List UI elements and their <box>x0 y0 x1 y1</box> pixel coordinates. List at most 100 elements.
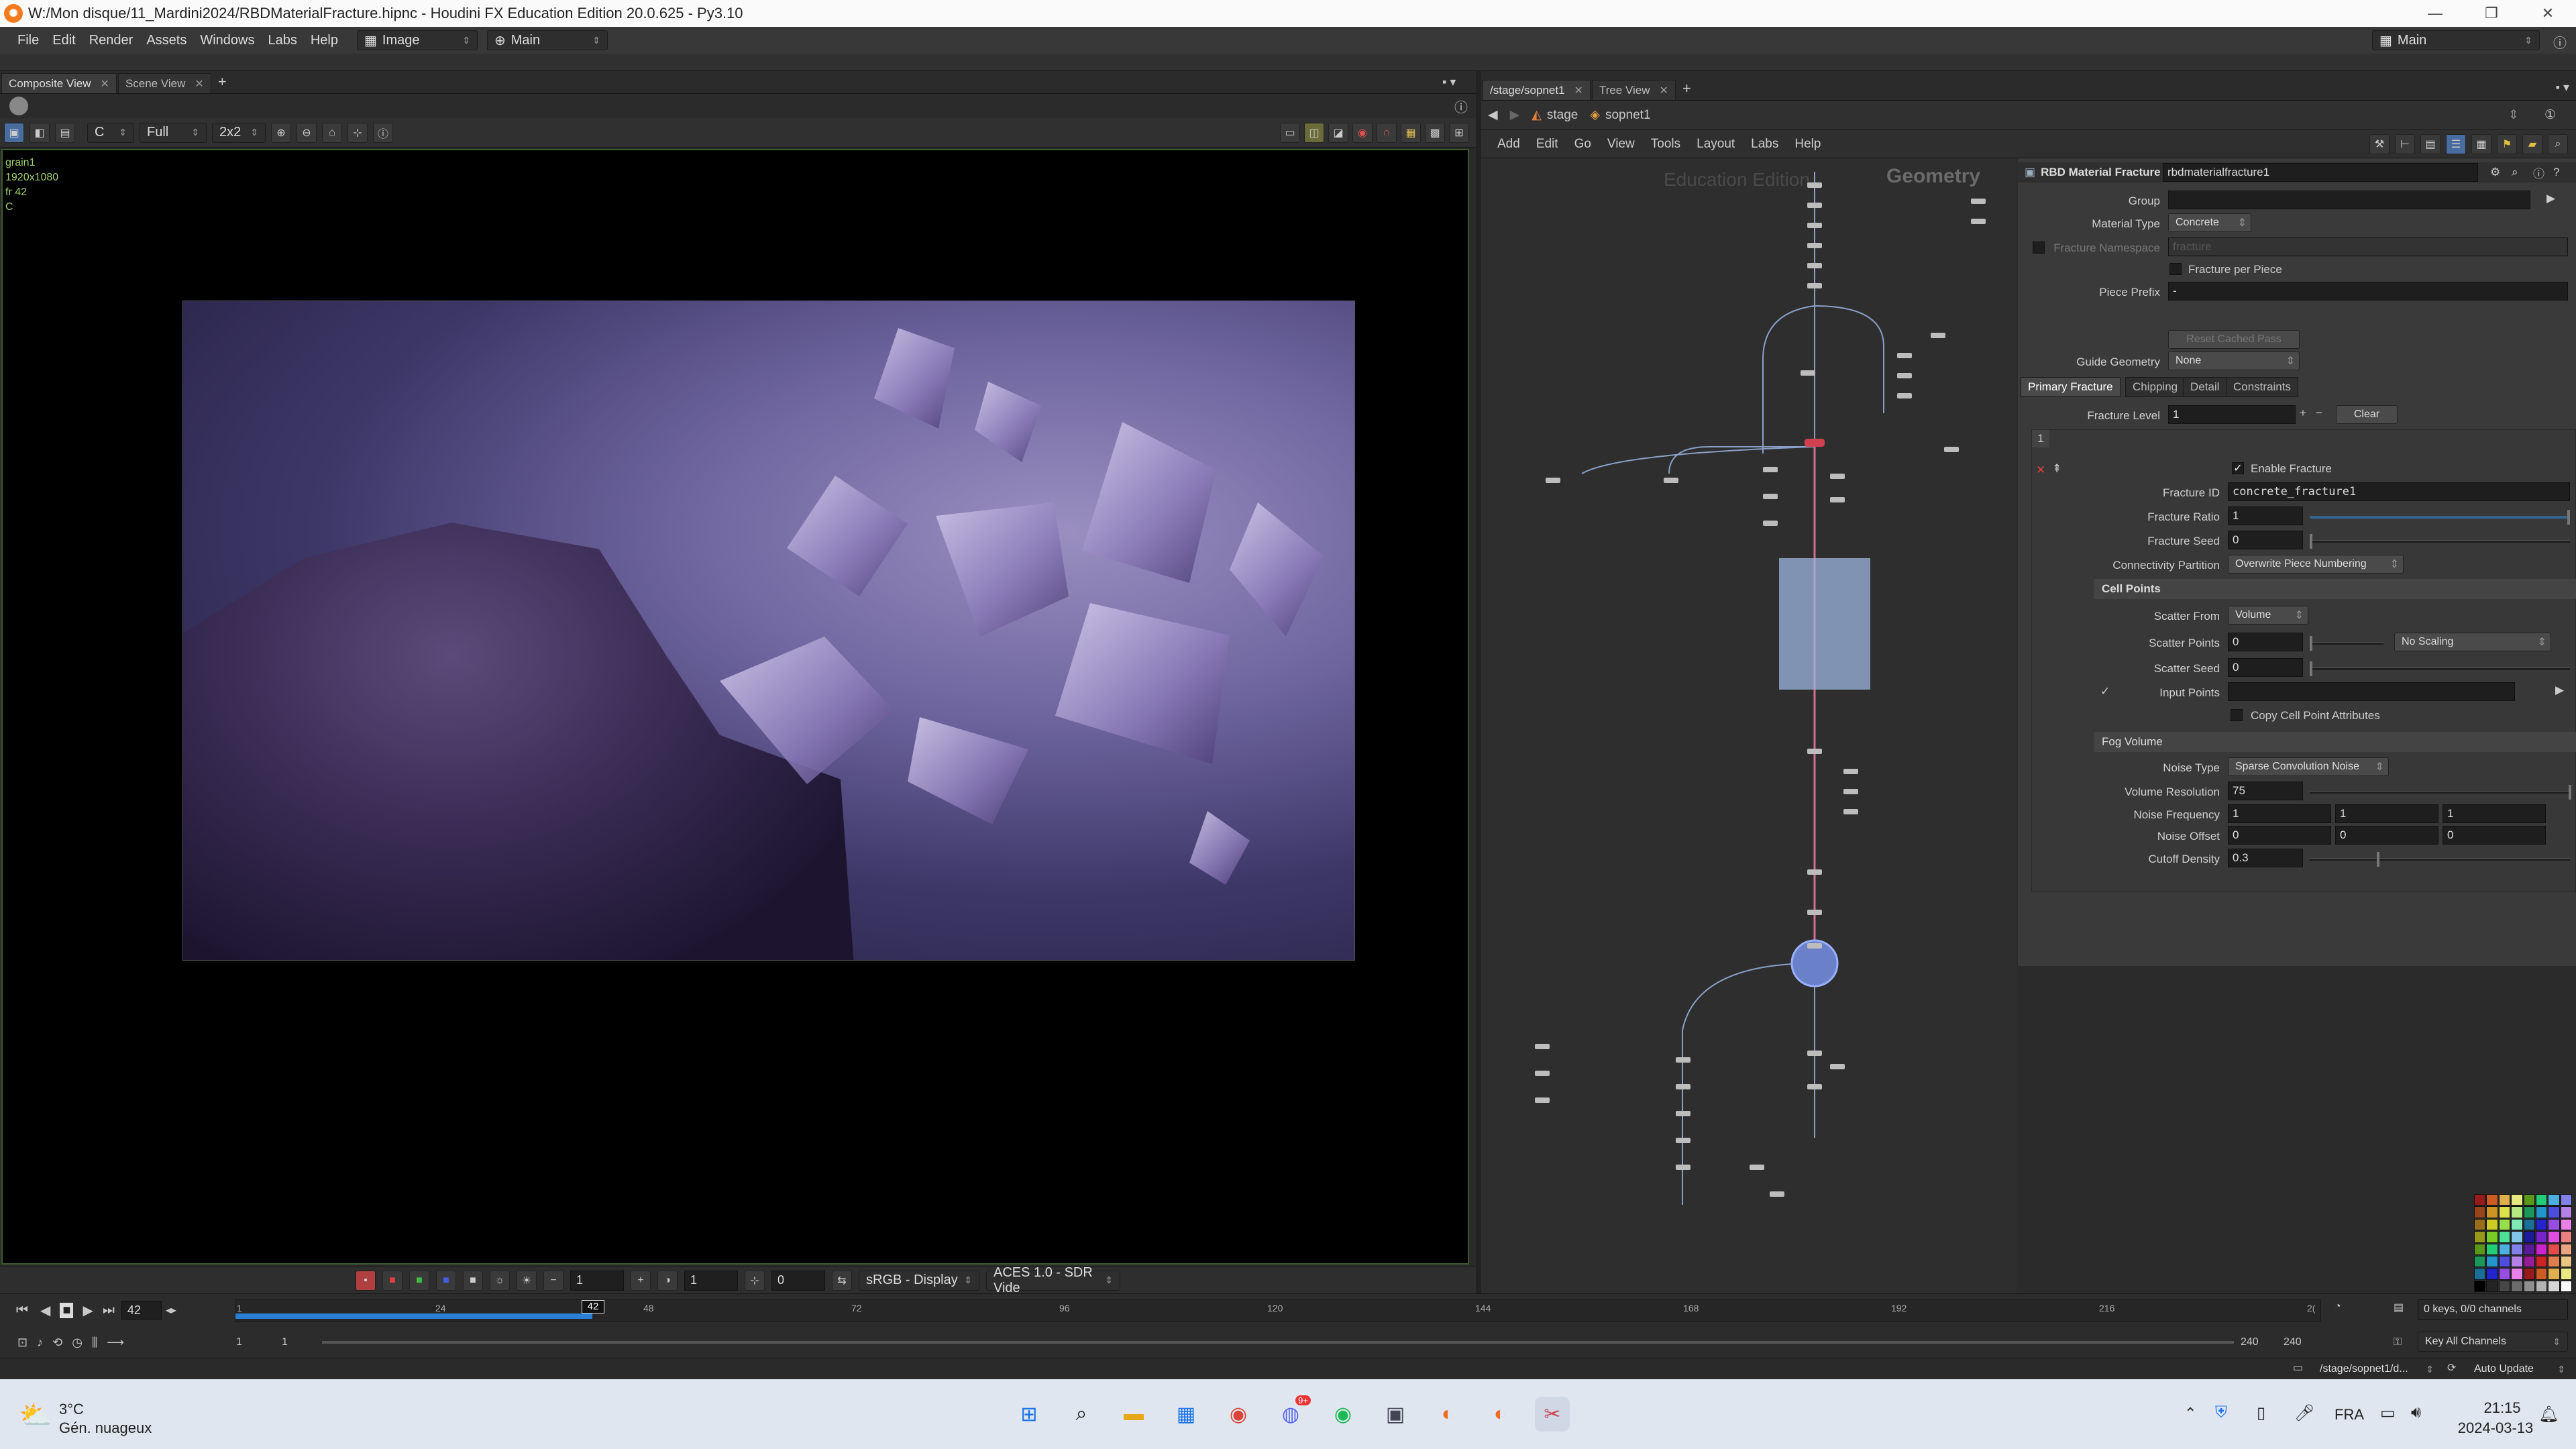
composite-viewport[interactable]: grain1 1920x1080 fr 42 C <box>1 149 1469 1265</box>
file-explorer-icon[interactable]: ▬ <box>1116 1397 1151 1432</box>
menu-windows[interactable]: Windows <box>193 33 261 48</box>
net-menu-tools[interactable]: Tools <box>1651 137 1680 152</box>
toolbar-right-icon-2[interactable]: ◫ <box>1304 122 1324 143</box>
noise-offset-z[interactable]: 0 <box>2443 826 2546 845</box>
net-menu-edit[interactable]: Edit <box>1536 137 1558 152</box>
play-icon[interactable]: ▶ <box>83 1302 93 1319</box>
display-icon[interactable]: ▭ <box>2380 1403 2396 1423</box>
close-button[interactable]: ✕ <box>2520 0 2576 27</box>
status-path-dropdown[interactable]: /stage/sopnet1/d... ⇕ <box>2313 1359 2440 1379</box>
color-swatch[interactable] <box>2498 1268 2511 1280</box>
slider-knob[interactable] <box>2310 661 2312 676</box>
help-icon[interactable]: ⓘ <box>2553 32 2567 52</box>
fracture-ratio-slider[interactable] <box>2310 510 2570 525</box>
color-swatch[interactable] <box>2511 1280 2523 1292</box>
chrome-icon[interactable]: ◉ <box>1221 1397 1256 1432</box>
audio-scrub-icon[interactable]: ♪ <box>37 1336 43 1350</box>
search-icon[interactable]: ⌕ <box>1064 1397 1099 1432</box>
language-indicator[interactable]: FRA <box>2334 1406 2364 1424</box>
color-swatch[interactable] <box>2486 1243 2498 1255</box>
frame-field-a[interactable]: 1 <box>570 1270 624 1291</box>
color-swatch[interactable] <box>2486 1231 2498 1243</box>
network-node[interactable] <box>1807 869 1822 875</box>
color-swatch[interactable] <box>2474 1194 2486 1206</box>
realtime-icon[interactable]: ⊡ <box>17 1336 28 1350</box>
frame-field-b[interactable]: 1 <box>684 1270 738 1291</box>
color-swatch[interactable] <box>2474 1255 2486 1268</box>
color-swatch[interactable] <box>2523 1218 2535 1231</box>
remove-level-icon[interactable]: − <box>2316 407 2322 420</box>
fracture-seed-slider[interactable] <box>2310 534 2570 549</box>
sticky-icon[interactable]: ▰ <box>2522 133 2542 154</box>
slider-knob[interactable] <box>2310 534 2312 549</box>
zoom-out-icon[interactable]: ⊖ <box>297 122 317 143</box>
menu-labs[interactable]: Labs <box>261 33 303 48</box>
clock-time[interactable]: 21:15 <box>2462 1399 2542 1417</box>
net-menu-layout[interactable]: Layout <box>1697 137 1735 152</box>
network-node[interactable] <box>1807 1051 1822 1056</box>
network-node[interactable] <box>1807 1084 1822 1089</box>
noise-frequency-x[interactable]: 1 <box>2228 804 2331 823</box>
pane-splitter[interactable] <box>1476 71 1481 1293</box>
network-node[interactable] <box>1807 910 1822 915</box>
range-bar[interactable] <box>322 1341 2234 1344</box>
red-channel-icon[interactable]: ■ <box>382 1270 402 1291</box>
timeline-track[interactable]: 42 1 24 48 72 96 120 144 168 192 216 2( <box>235 1299 2321 1322</box>
close-tab-icon[interactable]: ✕ <box>195 77 203 91</box>
node-name-field[interactable]: rbdmaterialfracture1 <box>2163 163 2478 182</box>
rgb-icon[interactable]: ▪ <box>356 1270 376 1291</box>
input-points-arrow-icon[interactable]: ▶ <box>2555 684 2564 697</box>
toolbar-right-icon-4[interactable]: ◉ <box>1352 122 1373 143</box>
network-node[interactable] <box>1676 1057 1690 1063</box>
scatter-points-slider[interactable] <box>2310 636 2383 651</box>
network-node[interactable] <box>1535 1044 1550 1049</box>
fog-volume-section[interactable]: Fog Volume <box>2094 732 2576 752</box>
scaling-dropdown[interactable]: No Scaling ⇕ <box>2394 633 2551 651</box>
network-node[interactable] <box>1830 497 1845 502</box>
layout-icon[interactable]: ▩ <box>1425 122 1445 143</box>
defender-icon[interactable]: ⛨ <box>2215 1403 2227 1422</box>
blue-channel-icon[interactable]: ■ <box>436 1270 456 1291</box>
network-node[interactable] <box>1843 769 1858 774</box>
color-swatch[interactable] <box>2474 1218 2486 1231</box>
back-arrow-icon[interactable]: ◀ <box>1488 107 1498 123</box>
volume-icon[interactable]: 🔊︎ <box>2411 1403 2421 1422</box>
color-swatch[interactable] <box>2474 1231 2486 1243</box>
snap-icon[interactable]: ⊹ <box>745 1270 765 1291</box>
network-node[interactable] <box>1807 203 1822 208</box>
chat-icon[interactable]: ▭ <box>2293 1361 2303 1375</box>
network-node[interactable] <box>1830 1064 1845 1069</box>
current-frame-field[interactable]: 42 <box>121 1301 162 1320</box>
color-swatch[interactable] <box>2560 1231 2572 1243</box>
fracture-seed-field[interactable]: 0 <box>2228 531 2303 549</box>
color-swatch[interactable] <box>2486 1280 2498 1292</box>
spotify-icon[interactable]: ◉ <box>1326 1397 1360 1432</box>
info-icon[interactable]: ⓘ <box>373 122 393 143</box>
color-swatch[interactable] <box>2548 1268 2560 1280</box>
clock-icon[interactable]: ◷ <box>72 1336 83 1350</box>
color-swatch[interactable] <box>2474 1243 2486 1255</box>
close-tab-icon[interactable]: ✕ <box>101 77 109 91</box>
color-swatch[interactable] <box>2498 1255 2511 1268</box>
network-node[interactable] <box>1546 478 1560 483</box>
range-start2-label[interactable]: 1 <box>282 1336 288 1348</box>
network-node[interactable] <box>1971 199 1986 204</box>
color-swatch[interactable] <box>2523 1231 2535 1243</box>
slider-knob[interactable] <box>2569 785 2571 800</box>
color-swatch[interactable] <box>2535 1280 2548 1292</box>
net-menu-add[interactable]: Add <box>1497 137 1520 152</box>
clock-date[interactable]: 2024-03-13 <box>2449 1419 2542 1437</box>
color-swatch[interactable] <box>2523 1268 2535 1280</box>
color-swatch[interactable] <box>2560 1206 2572 1218</box>
notes-icon[interactable]: ▤ <box>2420 133 2440 154</box>
net-menu-view[interactable]: View <box>1607 137 1635 152</box>
color-swatch[interactable] <box>2474 1268 2486 1280</box>
add-tab-icon[interactable]: + <box>211 73 233 93</box>
network-node[interactable] <box>1807 749 1822 754</box>
network-node[interactable] <box>1676 1084 1690 1089</box>
fracture-id-field[interactable]: concrete_fracture1 <box>2228 482 2570 501</box>
tab-chipping[interactable]: Chipping <box>2125 377 2186 397</box>
close-tab-icon[interactable]: ✕ <box>1574 84 1583 97</box>
slider-knob[interactable] <box>2310 636 2312 651</box>
piece-prefix-field[interactable]: - <box>2168 282 2568 301</box>
